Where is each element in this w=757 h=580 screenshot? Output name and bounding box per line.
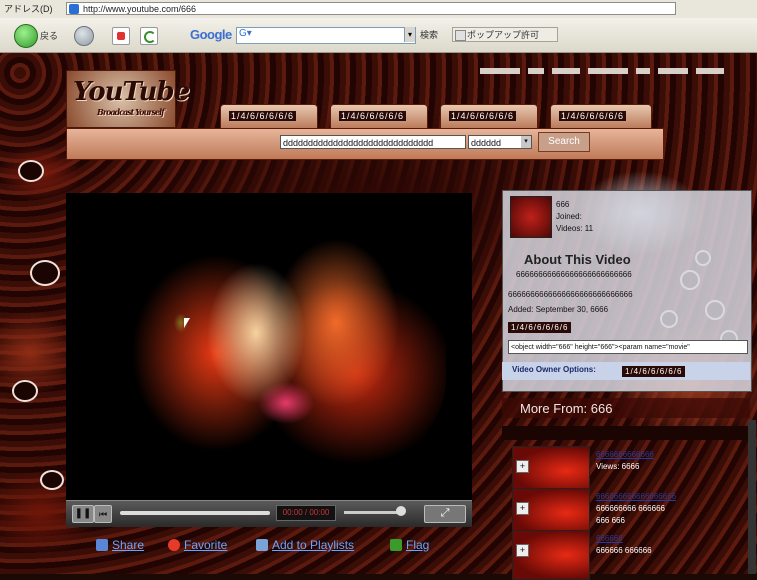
related-video-views: 666666666 666666	[596, 504, 665, 513]
logo-text: YouTube	[73, 77, 190, 107]
favorite-link[interactable]: Favorite	[184, 538, 227, 552]
volume-slider[interactable]	[344, 511, 400, 514]
video-frame	[106, 223, 446, 483]
more-from-title: More From: 666	[520, 401, 613, 416]
tab-4-label: 1/4/6/6/6/6/6	[559, 111, 627, 121]
fullscreen-button[interactable]: ⤢	[424, 505, 466, 523]
add-quicklist-icon[interactable]: +	[516, 460, 529, 473]
seek-bar[interactable]	[120, 511, 270, 515]
share-icon	[96, 539, 108, 551]
tab-3-label: 1/4/6/6/6/6/6	[449, 111, 517, 121]
address-label: アドレス(D)	[4, 4, 53, 14]
related-video-title[interactable]: 6666666666666	[596, 450, 654, 459]
add-quicklist-icon[interactable]: +	[516, 544, 529, 557]
owner-options-label: Video Owner Options:	[512, 365, 596, 374]
site-logo[interactable]: YouTube Broadcast Yourself	[66, 70, 190, 128]
forward-button[interactable]	[74, 26, 94, 46]
browser-toolbar: 戻る Google G▾ ▾ 検索 ポップアップ許可	[0, 18, 757, 53]
tab-1-label: 1/4/6/6/6/6/6	[229, 111, 297, 121]
add-quicklist-icon[interactable]: +	[516, 502, 529, 515]
google-search-value: G▾	[239, 28, 252, 39]
address-bar: アドレス(D) http://www.youtube.com/666	[0, 0, 757, 19]
about-description: 66666666666666666666666666	[516, 270, 632, 279]
popup-icon	[455, 30, 466, 41]
google-search-button[interactable]: 検索	[420, 28, 438, 41]
added-date: Added: September 30, 6666	[508, 305, 609, 314]
related-video-views: 666666 666666	[596, 546, 652, 555]
tab-4[interactable]: 1/4/6/6/6/6/6	[550, 104, 652, 129]
playlist-icon	[256, 539, 268, 551]
pause-button[interactable]: ❚❚	[72, 505, 94, 523]
tab-1[interactable]: 1/4/6/6/6/6/6	[220, 104, 318, 129]
tab-2[interactable]: 1/4/6/6/6/6/6	[330, 104, 428, 129]
share-link[interactable]: Share	[112, 538, 144, 552]
about-description-2: 6666666666666666666666666666	[508, 290, 633, 299]
flag-link[interactable]: Flag	[406, 538, 429, 552]
decor-blob	[30, 260, 60, 286]
flag-icon	[390, 539, 402, 551]
search-type-select[interactable]: dddddd ▾	[468, 135, 532, 149]
back-label: 戻る	[40, 31, 59, 41]
logo-tagline: Broadcast Yourself	[97, 107, 165, 117]
embed-code-field[interactable]: <object width="666" height="666"><param …	[508, 340, 748, 354]
mouse-cursor-icon	[184, 318, 190, 328]
time-display: 00:00 / 00:00	[276, 505, 336, 521]
chevron-down-icon: ▾	[521, 136, 531, 148]
popup-allow-button[interactable]: ポップアップ許可	[452, 27, 558, 42]
owner-options-tag[interactable]: 1/4/6/6/6/6/6	[622, 366, 686, 377]
favorite-icon	[168, 539, 180, 551]
more-from-tabs	[502, 426, 750, 440]
tab-3[interactable]: 1/4/6/6/6/6/6	[440, 104, 538, 129]
related-video-title[interactable]: 666666666666666666	[596, 492, 676, 501]
related-video-views: Views: 6666	[596, 462, 640, 471]
owner-joined: Joined:	[556, 212, 582, 221]
top-links-strip[interactable]	[480, 68, 750, 76]
about-tag[interactable]: 1/4/6/6/6/6/6	[508, 322, 572, 333]
google-dropdown-icon[interactable]: ▾	[404, 27, 415, 42]
volume-knob[interactable]	[396, 506, 406, 516]
google-search-input[interactable]: G▾	[236, 27, 416, 44]
ie-page-icon	[69, 4, 79, 14]
related-scrollbar[interactable]	[748, 420, 756, 574]
add-to-playlists-link[interactable]: Add to Playlists	[272, 538, 354, 552]
related-video-meta: 666 666	[596, 516, 625, 525]
owner-videos: Videos: 11	[556, 224, 594, 233]
tab-2-label: 1/4/6/6/6/6/6	[339, 111, 407, 121]
owner-name[interactable]: 666	[556, 200, 569, 209]
back-button[interactable]	[14, 24, 38, 48]
stop-button[interactable]	[112, 27, 130, 45]
refresh-button[interactable]	[140, 27, 158, 45]
decor-blob	[40, 470, 64, 490]
search-button[interactable]: Search	[538, 132, 590, 152]
search-input[interactable]: dddddddddddddddddddddddddddddd	[280, 135, 466, 149]
decor-blob	[12, 380, 38, 402]
about-title: About This Video	[524, 252, 631, 267]
related-video-item[interactable]: + 666666 666666 666666	[502, 528, 750, 580]
decor-blob	[18, 160, 44, 182]
search-type-value: dddddd	[471, 138, 502, 148]
owner-avatar[interactable]	[510, 196, 552, 238]
google-toolbar-logo: Google	[190, 27, 232, 42]
url-field[interactable]: http://www.youtube.com/666	[66, 2, 676, 15]
video-player[interactable]	[66, 193, 472, 500]
previous-button[interactable]: ⏮	[94, 505, 112, 523]
related-video-title[interactable]: 666666	[596, 534, 623, 543]
